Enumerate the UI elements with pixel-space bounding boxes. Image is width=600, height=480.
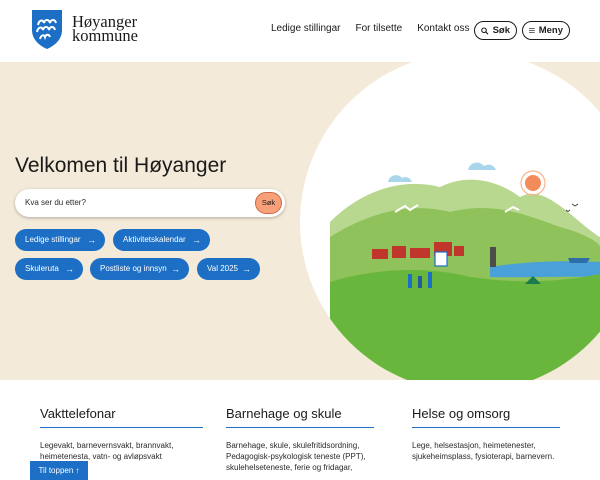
- landscape-illustration: [300, 62, 600, 380]
- hero-search-box: Kva ser du etter? Søk: [15, 189, 285, 217]
- logo-wordmark: Høyanger kommune: [72, 13, 138, 45]
- hero-title: Velkomen til Høyanger: [15, 154, 227, 177]
- card-vakttelefonar[interactable]: Vakttelefonar Legevakt, barnevernsvakt, …: [40, 406, 203, 462]
- arrow-right-icon: →: [242, 264, 251, 274]
- search-button[interactable]: Søk: [474, 21, 517, 40]
- quicklink-label: Skuleruta: [25, 264, 59, 273]
- search-icon: [481, 26, 489, 35]
- card-title: Barnehage og skule: [226, 406, 374, 428]
- card-text: Legevakt, barnevernsvakt, brannvakt, hei…: [40, 441, 174, 461]
- arrow-up-icon: ↑: [75, 466, 80, 475]
- card-helse-og-omsorg[interactable]: Helse og omsorg Lege, helsestasjon, heim…: [412, 406, 560, 462]
- card-title: Helse og omsorg: [412, 406, 560, 428]
- card-text: Barnehage, skule, skulefritidsordning, P…: [226, 441, 366, 472]
- quicklink-skuleruta[interactable]: Skuleruta →: [15, 258, 83, 280]
- quicklink-postliste-og-innsyn[interactable]: Postliste og innsyn →: [90, 258, 189, 280]
- back-to-top-button[interactable]: Til toppen ↑: [30, 461, 88, 480]
- search-submit-button[interactable]: Søk: [255, 192, 282, 214]
- card-barnehage-og-skule[interactable]: Barnehage og skule Barnehage, skule, sku…: [226, 406, 374, 473]
- quicklink-label: Aktivitetskalendar: [123, 235, 186, 244]
- hamburger-icon: [529, 28, 535, 33]
- quicklink-label: Val 2025: [207, 264, 238, 273]
- card-text: Lege, helsestasjon, heimetenester, sjuke…: [412, 441, 555, 461]
- arrow-right-icon: →: [65, 264, 74, 274]
- search-input[interactable]: Kva ser du etter?: [25, 189, 86, 217]
- nav-item-kontakt-oss[interactable]: Kontakt oss: [417, 23, 469, 34]
- back-to-top-label: Til toppen: [38, 466, 74, 475]
- card-title: Vakttelefonar: [40, 406, 203, 428]
- nav-item-for-tilsette[interactable]: For tilsette: [356, 23, 403, 34]
- menu-button-label: Meny: [538, 25, 563, 36]
- menu-button[interactable]: Meny: [522, 21, 570, 40]
- nav-item-ledige-stillingar[interactable]: Ledige stillingar: [271, 23, 341, 34]
- main-nav: Ledige stillingar For tilsette Kontakt o…: [271, 23, 484, 34]
- quicklink-val-2025[interactable]: Val 2025 →: [197, 258, 260, 280]
- site-header: Høyanger kommune Ledige stillingar For t…: [0, 0, 600, 62]
- quicklink-label: Postliste og innsyn: [100, 264, 167, 273]
- search-button-label: Søk: [492, 25, 510, 36]
- logo-link[interactable]: Høyanger kommune: [30, 8, 138, 50]
- coat-of-arms-icon: [32, 10, 62, 49]
- arrow-right-icon: →: [87, 235, 96, 245]
- quicklink-ledige-stillingar[interactable]: Ledige stillingar →: [15, 229, 105, 251]
- quicklink-aktivitetskalendar[interactable]: Aktivitetskalendar →: [113, 229, 210, 251]
- arrow-right-icon: →: [171, 264, 180, 274]
- arrow-right-icon: →: [192, 235, 201, 245]
- logo-line-2: kommune: [72, 26, 138, 45]
- hero-section: Velkomen til Høyanger Kva ser du etter? …: [0, 62, 600, 380]
- quicklink-label: Ledige stillingar: [25, 235, 81, 244]
